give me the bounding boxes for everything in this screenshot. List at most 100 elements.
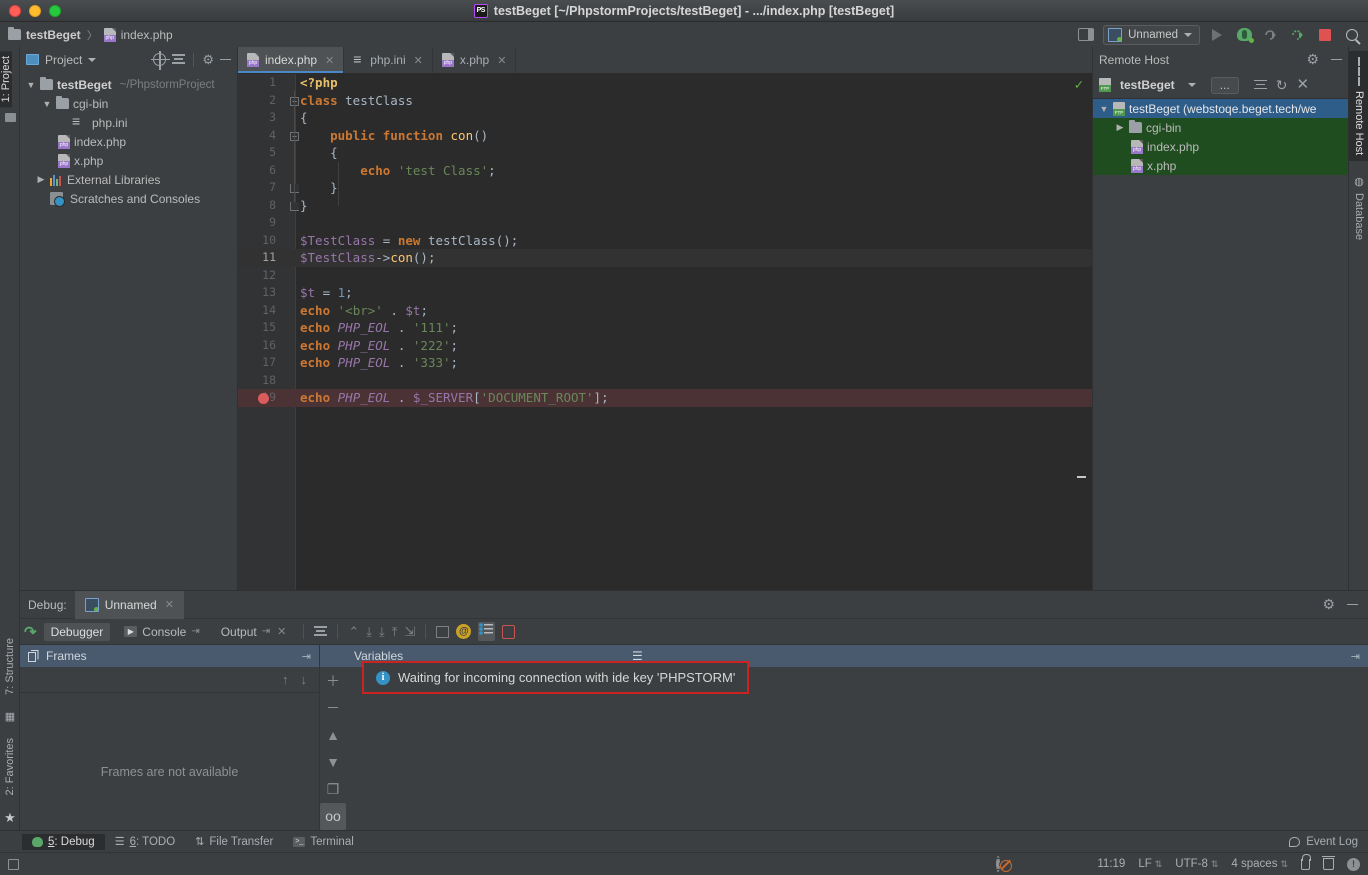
sidebar-item-structure[interactable]: 7: Structure xyxy=(4,633,16,700)
code-line[interactable]: 2−class testClass xyxy=(238,92,1092,110)
step-out-icon[interactable]: ⤒ xyxy=(392,624,398,640)
code-line[interactable]: 1 <?php xyxy=(238,74,1092,92)
run-to-cursor-icon[interactable]: ⇲ xyxy=(405,624,416,640)
step-into-icon[interactable]: ⤓ xyxy=(366,624,372,640)
code-line[interactable]: 16 echo PHP_EOL . '222'; xyxy=(238,337,1092,355)
bottom-tab-debug[interactable]: 5: Debug xyxy=(22,833,105,850)
move-up-icon[interactable]: ▲ xyxy=(320,721,346,748)
tab-php-ini[interactable]: php.ini ✕ xyxy=(344,47,433,73)
debug-session-tab[interactable]: Unnamed ✕ xyxy=(74,590,184,619)
tree-row-x-php[interactable]: x.php xyxy=(20,151,237,170)
hide-panel-icon[interactable] xyxy=(1331,58,1342,61)
layout-settings-icon[interactable] xyxy=(314,625,328,638)
close-icon[interactable]: ✕ xyxy=(1296,77,1309,92)
move-down-icon[interactable]: ↓ xyxy=(301,672,308,687)
code-line[interactable]: 18 xyxy=(238,372,1092,390)
hide-panel-icon[interactable] xyxy=(1347,603,1358,606)
breadcrumb-file[interactable]: index.php xyxy=(103,27,173,42)
lock-icon[interactable] xyxy=(1301,853,1311,870)
pin-icon[interactable]: ⇥ xyxy=(191,626,199,637)
coverage-button[interactable] xyxy=(1288,25,1308,45)
tree-row-php-ini[interactable]: php.ini xyxy=(20,113,237,132)
browse-servers-button[interactable]: ... xyxy=(1210,76,1239,94)
code-line[interactable]: 8⌐} xyxy=(238,197,1092,215)
evaluate-expression-icon[interactable] xyxy=(436,625,450,638)
collapse-all-icon[interactable] xyxy=(1253,79,1267,92)
code-line[interactable]: 4− public function con() xyxy=(238,127,1092,145)
code-line[interactable]: 7⌐ } xyxy=(238,179,1092,197)
encoding-selector[interactable]: UTF-8 ⇅ xyxy=(1175,858,1218,870)
chevron-right-icon[interactable]: ▶ xyxy=(36,174,46,185)
scroll-from-source-icon[interactable] xyxy=(151,51,171,70)
add-watch-icon[interactable]: ＋ xyxy=(320,667,346,694)
hide-panel-icon[interactable] xyxy=(220,58,231,61)
stop-button[interactable] xyxy=(1315,25,1335,45)
event-log-button[interactable]: Event Log xyxy=(1289,836,1368,848)
code-line[interactable]: 14 echo '<br>' . $t; xyxy=(238,302,1092,320)
sidebar-item-favorites[interactable]: 2: Favorites xyxy=(4,733,16,800)
tab-console[interactable]: ▶ Console ⇥ xyxy=(117,623,206,641)
code-line[interactable]: 12 xyxy=(238,267,1092,285)
show-tool-windows-icon[interactable] xyxy=(8,858,19,870)
force-step-into-icon[interactable]: ⤓ xyxy=(379,624,385,640)
trash-icon[interactable] xyxy=(1322,856,1335,870)
close-icon[interactable]: ✕ xyxy=(414,54,423,67)
tree-row-index-php[interactable]: index.php xyxy=(20,132,237,151)
search-everywhere-button[interactable] xyxy=(1342,25,1362,45)
notifications-icon[interactable]: ! xyxy=(1347,857,1360,871)
remote-tree-row-cgi-bin[interactable]: ▶ cgi-bin xyxy=(1093,118,1348,137)
step-over-icon[interactable]: ⌃ xyxy=(348,624,359,640)
watches-icon[interactable]: oo xyxy=(320,802,346,831)
close-icon[interactable]: ✕ xyxy=(277,625,286,638)
project-tree[interactable]: ▼ testBeget ~/PhpstormProject ▼ cgi-bin … xyxy=(20,72,237,208)
copy-icon[interactable]: ❐ xyxy=(320,776,346,803)
chevron-down-icon[interactable] xyxy=(1187,83,1196,87)
code-line[interactable]: 11 $TestClass->con(); xyxy=(238,249,1092,267)
tab-output[interactable]: Output ⇥ ✕ xyxy=(214,623,294,641)
code-line[interactable]: 6 echo 'test Class'; xyxy=(238,162,1092,180)
code-line[interactable]: 15 echo PHP_EOL . '111'; xyxy=(238,319,1092,337)
indent-selector[interactable]: 4 spaces ⇅ xyxy=(1231,858,1288,870)
collapse-all-icon[interactable] xyxy=(172,53,186,66)
settings-gear-icon[interactable]: ⚙ xyxy=(202,52,214,68)
remote-tree-row-root[interactable]: ▼ testBeget (webstoqe.beget.tech/we xyxy=(1093,99,1348,118)
code-line[interactable]: 13 $t = 1; xyxy=(238,284,1092,302)
move-up-icon[interactable]: ↑ xyxy=(282,672,289,687)
background-tasks-indicator[interactable] xyxy=(996,856,1000,872)
bottom-tab-file-transfer[interactable]: ⇅ File Transfer xyxy=(185,833,283,850)
run-button[interactable] xyxy=(1207,25,1227,45)
view-breakpoints-icon[interactable] xyxy=(478,622,496,641)
pin-icon[interactable]: ⇥ xyxy=(302,650,311,663)
rerun-debug-button[interactable] xyxy=(1261,25,1281,45)
tree-row-project-root[interactable]: ▼ testBeget ~/PhpstormProject xyxy=(20,75,237,94)
code-line[interactable]: 9 xyxy=(238,214,1092,232)
code-lines[interactable]: 1<?php2−class testClass3{4− public funct… xyxy=(238,74,1092,407)
breakpoint-icon[interactable] xyxy=(258,392,269,404)
tree-row-scratches[interactable]: Scratches and Consoles xyxy=(20,189,237,208)
tree-row-external-libraries[interactable]: ▶ External Libraries xyxy=(20,170,237,189)
chevron-down-icon[interactable]: ▼ xyxy=(1099,104,1109,114)
restore-layout-icon[interactable] xyxy=(502,624,516,639)
line-separator-selector[interactable]: LF ⇅ xyxy=(1138,858,1162,870)
chevron-down-icon[interactable]: ▼ xyxy=(42,99,52,109)
breadcrumb-project[interactable]: testBeget xyxy=(8,27,81,42)
tree-row-cgi-bin[interactable]: ▼ cgi-bin xyxy=(20,94,237,113)
sidebar-item-project[interactable]: 1: Project xyxy=(0,51,12,108)
close-icon[interactable]: ✕ xyxy=(165,598,174,611)
close-icon[interactable]: ✕ xyxy=(325,54,334,67)
tab-index-php[interactable]: index.php ✕ xyxy=(238,47,345,73)
code-line[interactable]: 10 $TestClass = new testClass(); xyxy=(238,232,1092,250)
bottom-tab-terminal[interactable]: >_ Terminal xyxy=(283,834,363,850)
sidebar-item-remote-host[interactable]: Remote Host xyxy=(1349,51,1368,162)
remote-tree-row-x-php[interactable]: x.php xyxy=(1093,156,1348,175)
code-line[interactable]: 3{ xyxy=(238,109,1092,127)
move-down-icon[interactable]: ▼ xyxy=(320,749,346,776)
settings-gear-icon[interactable]: ⚙ xyxy=(1322,596,1335,613)
rerun-icon[interactable]: ↷ xyxy=(24,623,37,641)
mute-breakpoints-icon[interactable]: @ xyxy=(456,624,472,639)
settings-gear-icon[interactable]: ⚙ xyxy=(1306,51,1319,68)
code-line[interactable]: 5 { xyxy=(238,144,1092,162)
debug-button[interactable] xyxy=(1234,25,1254,45)
bottom-tab-todo[interactable]: ☰ 6: TODO xyxy=(105,833,185,850)
code-line[interactable]: 19 echo PHP_EOL . $_SERVER['DOCUMENT_ROOT… xyxy=(238,389,1092,407)
